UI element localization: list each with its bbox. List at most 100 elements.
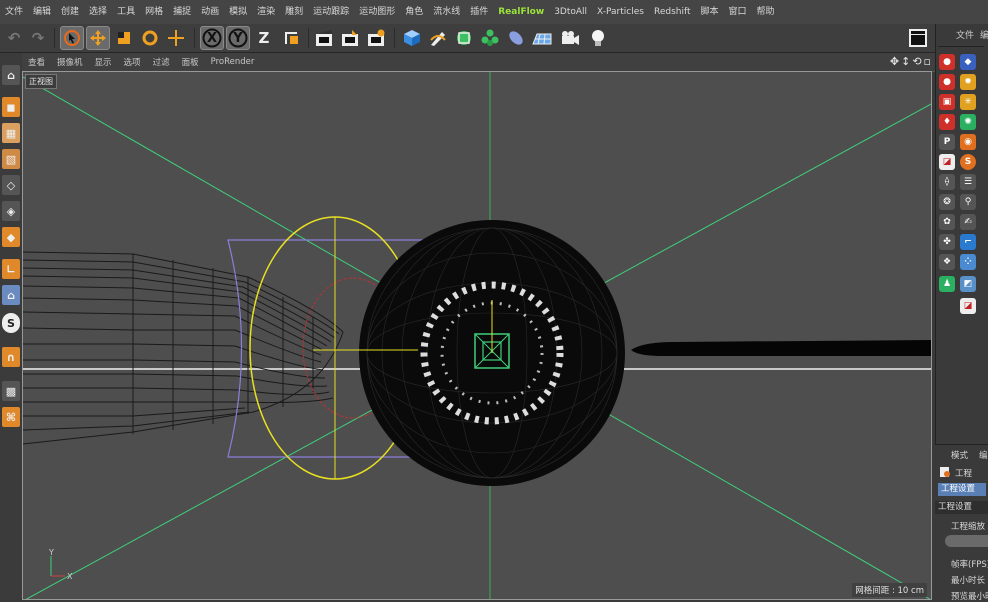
snapping-icon[interactable]: S: [2, 313, 20, 333]
menu-item[interactable]: 雕刻: [280, 0, 308, 24]
tab-mode[interactable]: 模式: [951, 449, 968, 461]
make-editable-icon[interactable]: ⌂: [2, 65, 20, 85]
tab-edit-attr[interactable]: 编: [979, 449, 988, 461]
menu-item[interactable]: 网格: [140, 0, 168, 24]
model-mode-icon[interactable]: ◼: [2, 97, 20, 117]
live-selection-tool-icon[interactable]: [60, 26, 84, 50]
polygons-mode-icon[interactable]: ◆: [2, 227, 20, 247]
pen-spline-icon[interactable]: [426, 26, 450, 50]
pipe-icon[interactable]: ⌐: [960, 234, 976, 250]
realflow-mesh-icon[interactable]: ◪: [960, 298, 976, 314]
viewport-menu-item[interactable]: 显示: [89, 56, 118, 68]
realflow-domain-icon[interactable]: ●: [939, 74, 955, 90]
texture-mode-icon[interactable]: ▦: [2, 123, 20, 143]
render-view-icon[interactable]: [312, 26, 336, 50]
realflow-s-icon[interactable]: S: [960, 154, 976, 170]
subdivision-surface-icon[interactable]: [452, 26, 476, 50]
realflow-wheel-icon[interactable]: ✺: [960, 114, 976, 130]
menu-item[interactable]: 窗口: [724, 0, 752, 24]
realflow-fill-icon[interactable]: ◆: [960, 54, 976, 70]
camera-icon[interactable]: [558, 26, 582, 50]
menu-item[interactable]: X-Particles: [592, 0, 649, 24]
menu-item[interactable]: 运动图形: [354, 0, 400, 24]
front-viewport[interactable]: Y X 正视图 网格间距 : 10 cm: [22, 71, 932, 600]
project-scale-field[interactable]: [945, 535, 988, 547]
viewport-name-label[interactable]: 正视图: [25, 74, 57, 89]
cube-primitive-icon[interactable]: [400, 26, 424, 50]
coordinate-system-icon[interactable]: [280, 26, 304, 50]
menu-item[interactable]: 角色: [400, 0, 428, 24]
tool-dim-4-icon[interactable]: ⚲: [960, 194, 976, 210]
realflow-burst-icon[interactable]: ✳: [960, 94, 976, 110]
menu-item[interactable]: 脚本: [696, 0, 724, 24]
menu-item[interactable]: 3DtoAll: [549, 0, 592, 24]
viewport-scene[interactable]: Y X: [23, 72, 932, 600]
render-settings-icon[interactable]: [364, 26, 388, 50]
realflow-emitter-icon[interactable]: ●: [939, 54, 955, 70]
box-icon[interactable]: ◩: [960, 276, 976, 292]
magnet-icon[interactable]: ∩: [2, 347, 20, 367]
tool-dim-6-icon[interactable]: ✍: [960, 214, 976, 230]
maximize-icon[interactable]: ▫: [924, 55, 931, 68]
realflow-pin-icon[interactable]: ♦: [939, 114, 955, 130]
realflow-daemon-icon[interactable]: ◪: [939, 154, 955, 170]
menu-item[interactable]: 工具: [112, 0, 140, 24]
menu-item[interactable]: 选择: [84, 0, 112, 24]
viewport-menu-item[interactable]: 面板: [176, 56, 205, 68]
tool-dim-7-icon[interactable]: ✤: [939, 234, 955, 250]
tab-project-settings[interactable]: 工程设置: [938, 483, 986, 496]
axis-mode-icon[interactable]: ∟: [2, 259, 20, 279]
menu-item[interactable]: 插件: [465, 0, 493, 24]
menu-item[interactable]: 模拟: [224, 0, 252, 24]
figure-icon[interactable]: ♟: [939, 276, 955, 292]
lock-workplane-icon[interactable]: ▩: [2, 381, 20, 401]
orbit-icon[interactable]: ⟲: [912, 55, 921, 68]
realflow-camera-icon[interactable]: ▣: [939, 94, 955, 110]
scale-tool-icon[interactable]: [112, 26, 136, 50]
tweak-mode-icon[interactable]: ⌂: [2, 285, 20, 305]
axis-x-lock-button[interactable]: X: [200, 26, 224, 50]
deformer-icon[interactable]: [504, 26, 528, 50]
render-picture-viewer-icon[interactable]: [338, 26, 362, 50]
psd-file-icon[interactable]: P: [939, 134, 955, 150]
menu-item[interactable]: 编辑: [28, 0, 56, 24]
viewport-menu-item[interactable]: 摄像机: [51, 56, 89, 68]
pan-icon[interactable]: ✥: [890, 55, 899, 68]
tab-edit[interactable]: 编: [980, 28, 988, 41]
move-tool-icon[interactable]: [86, 26, 110, 50]
menu-item[interactable]: 创建: [56, 0, 84, 24]
viewport-menu-item[interactable]: 选项: [118, 56, 147, 68]
light-icon[interactable]: [586, 26, 610, 50]
clapboard-icon[interactable]: [906, 26, 930, 50]
viewport-menu-item[interactable]: ProRender: [205, 57, 261, 67]
menu-item[interactable]: 流水线: [428, 0, 465, 24]
tab-file[interactable]: 文件: [956, 28, 974, 41]
menu-item[interactable]: 帮助: [752, 0, 780, 24]
points-mode-icon[interactable]: ◇: [2, 175, 20, 195]
viewport-menu-item[interactable]: 过滤: [147, 56, 176, 68]
redo-icon[interactable]: ↷: [26, 26, 50, 50]
dolly-icon[interactable]: ↕: [901, 55, 910, 68]
menu-item[interactable]: 运动跟踪: [308, 0, 354, 24]
axis-y-lock-button[interactable]: Y: [226, 26, 250, 50]
realflow-target-icon[interactable]: ◉: [960, 134, 976, 150]
tool-dim-2-icon[interactable]: ☰: [960, 174, 976, 190]
viewport-menu-item[interactable]: 查看: [22, 56, 51, 68]
axis-z-lock-button[interactable]: Z: [252, 26, 276, 50]
menu-item[interactable]: 文件: [0, 0, 28, 24]
section-project-settings[interactable]: 工程设置: [935, 501, 988, 514]
menu-item[interactable]: 动画: [196, 0, 224, 24]
menu-item[interactable]: Redshift: [649, 0, 696, 24]
tool-dim-5-icon[interactable]: ✿: [939, 214, 955, 230]
menu-item[interactable]: 渲染: [252, 0, 280, 24]
tool-dim-8-icon[interactable]: ❖: [939, 254, 955, 270]
particles-icon[interactable]: ⁘: [960, 254, 976, 270]
menu-item[interactable]: 捕捉: [168, 0, 196, 24]
cloner-icon[interactable]: [478, 26, 502, 50]
edges-mode-icon[interactable]: ◈: [2, 201, 20, 221]
floor-icon[interactable]: [530, 26, 554, 50]
workplane-icon[interactable]: ⌘: [2, 407, 20, 427]
realflow-gear-icon[interactable]: ✹: [960, 74, 976, 90]
tool-dim-1-icon[interactable]: ⟠: [939, 174, 955, 190]
workplane-mode-icon[interactable]: ▧: [2, 149, 20, 169]
